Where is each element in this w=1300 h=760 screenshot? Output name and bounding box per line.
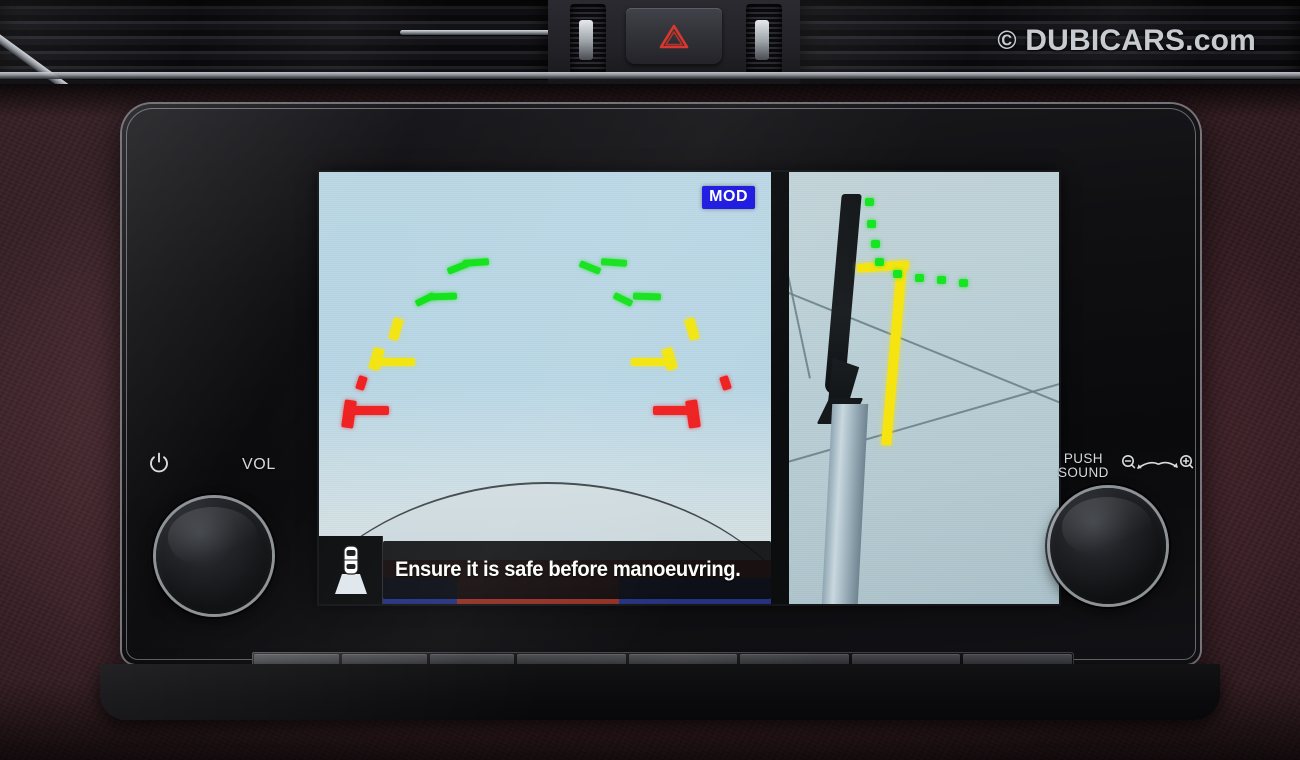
back-button-gloss [963, 654, 1072, 664]
warning-bar: Ensure it is safe before manoeuvring. [319, 536, 771, 604]
vent-adjuster-right[interactable] [746, 4, 782, 74]
push-sound-line2: SOUND [1058, 465, 1109, 480]
mod-badge: MOD [702, 186, 755, 209]
side-guide-dot-h2 [915, 274, 924, 282]
side-guide-dot-v1 [865, 198, 874, 206]
back-button[interactable]: BACK [963, 654, 1072, 664]
warning-message: Ensure it is safe before manoeuvring. [395, 558, 741, 581]
volume-knob-sheen [167, 507, 259, 568]
side-camera-view[interactable] [789, 172, 1059, 604]
side-guide-dot-h4 [959, 279, 968, 287]
next-track-button[interactable] [429, 654, 515, 664]
vent-adjuster-right-nub [755, 20, 769, 60]
vent-adjuster-left[interactable] [570, 4, 606, 74]
side-guide-dot-h1 [893, 270, 902, 278]
copyright-symbol: © [997, 25, 1017, 55]
audio-button[interactable]: AUDIO [517, 654, 626, 664]
vent-adjuster-left-nub [579, 20, 593, 60]
console-bottom-trim [100, 664, 1220, 720]
hazard-lights-button[interactable] [626, 8, 722, 64]
push-sound-line1: PUSH [1063, 451, 1103, 466]
side-guide-dot-h3 [937, 276, 946, 284]
warning-text-box: Ensure it is safe before manoeuvring. [383, 541, 771, 599]
push-sound-label: PUSH SOUND [1058, 452, 1109, 480]
day-night-button[interactable] [254, 654, 339, 664]
audio-button-gloss [517, 654, 626, 664]
menu-button[interactable]: MENU [628, 654, 738, 664]
screen-split-divider [771, 172, 789, 604]
power-icon[interactable] [148, 452, 170, 474]
side-guide-dot-v2 [867, 220, 876, 228]
previous-track-button-gloss [341, 654, 427, 664]
car-rear-view-icon [334, 545, 367, 594]
head-unit: MOD Ensure it is safe before manoeuvring… [122, 104, 1200, 664]
tune-zoom-knob[interactable] [1050, 488, 1166, 604]
previous-track-button[interactable] [341, 654, 427, 664]
camera-button[interactable]: CAMERA [851, 654, 961, 664]
vent-left-sheen [0, 0, 548, 80]
watermark-text: DUBICARS.com [1025, 24, 1256, 57]
menu-button-gloss [628, 654, 738, 664]
air-vent-left [0, 0, 610, 106]
zoom-in-icon [1179, 455, 1194, 469]
zoom-control-icons [1122, 455, 1194, 469]
side-guide-dot-v4 [875, 258, 884, 266]
side-guide-dot-v3 [871, 240, 880, 248]
day-night-button-gloss [254, 654, 339, 664]
volume-knob[interactable] [156, 498, 272, 614]
next-track-button-gloss [429, 654, 515, 664]
warning-icon-box [319, 536, 383, 604]
console-bottom-trim-gloss [100, 664, 1220, 720]
volume-label: VOL [242, 456, 276, 473]
tune-knob-sheen [1061, 497, 1153, 558]
rotate-arrows-icon [1137, 461, 1178, 469]
chrome-trim-strip [0, 72, 1300, 79]
hazard-triangle-icon [659, 24, 689, 49]
hard-key-button-bar: AUDIO MENU MAP CAMERA [252, 652, 1074, 664]
car-infotainment-photo: © DUBICARS.com MOD Ensure it is safe bef… [0, 0, 1300, 760]
zoom-out-icon [1122, 455, 1136, 469]
map-button[interactable]: MAP [740, 654, 849, 664]
camera-button-gloss [851, 654, 961, 664]
map-button-gloss [740, 654, 849, 664]
watermark: © DUBICARS.com [997, 24, 1256, 58]
